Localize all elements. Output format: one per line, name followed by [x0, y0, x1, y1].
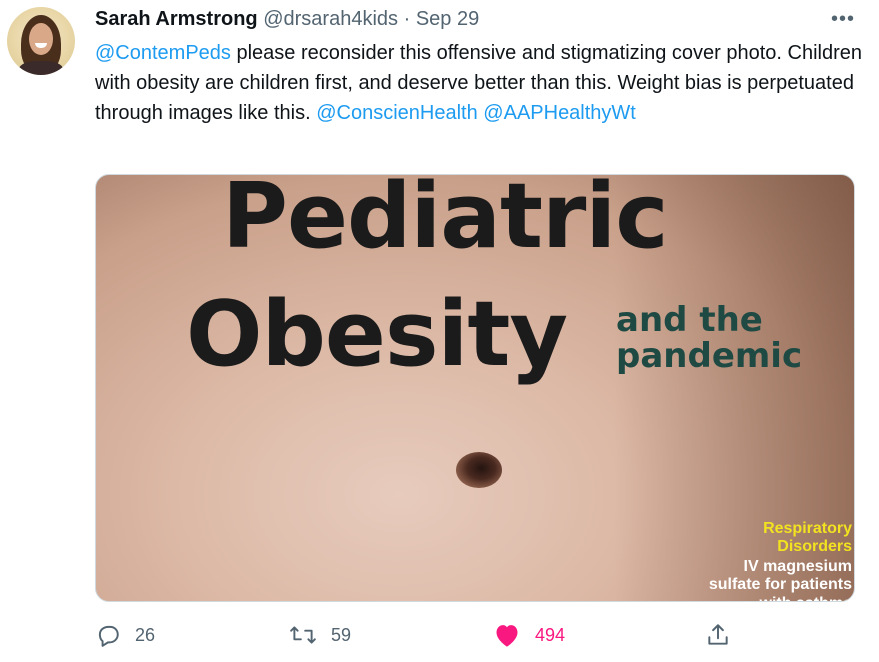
like-icon — [493, 622, 521, 648]
subhead-and-the: and the — [616, 300, 763, 340]
tweet-text: @ContemPeds please reconsider this offen… — [95, 38, 865, 128]
avatar-shirt — [19, 61, 63, 75]
more-icon[interactable]: ••• — [828, 4, 858, 34]
side-text-iv-magnesium: IV magnesium — [743, 558, 852, 575]
headline-pediatric: Pediatric — [222, 174, 669, 269]
mention-contempeds[interactable]: @ContemPeds — [95, 42, 231, 64]
author-name[interactable]: Sarah Armstrong — [95, 8, 258, 30]
navel-shape — [456, 452, 502, 488]
headline-obesity: Obesity — [186, 282, 568, 387]
reply-button[interactable]: 26 — [95, 618, 155, 652]
mention-aaphealthywt[interactable]: @AAPHealthyWt — [483, 102, 636, 124]
author-handle[interactable]: @drsarah4kids — [263, 8, 398, 30]
media-image[interactable]: Pediatric Obesity and the pandemic Respi… — [95, 174, 855, 602]
avatar-face — [29, 23, 53, 55]
like-count: 494 — [535, 624, 566, 645]
reply-count: 26 — [135, 624, 156, 645]
side-text-sulfate: sulfate for patients — [708, 576, 852, 593]
retweet-count: 59 — [331, 624, 352, 645]
retweet-icon — [289, 622, 317, 648]
share-button[interactable] — [705, 618, 731, 652]
subhead-pandemic: pandemic — [616, 336, 803, 376]
side-text-asthma: with asthma — [760, 594, 852, 601]
side-text-disorders: Disorders — [777, 538, 852, 555]
tweet-header: Sarah Armstrong @drsarah4kids · Sep 29 — [95, 6, 479, 32]
side-text-respiratory: Respiratory — [763, 520, 852, 537]
retweet-button[interactable]: 59 — [289, 618, 351, 652]
avatar[interactable] — [7, 7, 75, 75]
tweet: Sarah Armstrong @drsarah4kids · Sep 29 •… — [0, 0, 879, 662]
separator: · — [403, 8, 411, 30]
share-icon — [705, 622, 731, 648]
action-bar: 26 59 494 — [95, 618, 855, 652]
reply-icon — [95, 622, 121, 648]
like-button[interactable]: 494 — [493, 618, 565, 652]
tweet-date[interactable]: Sep 29 — [416, 8, 479, 30]
mention-conscienhealth[interactable]: @ConscienHealth — [316, 102, 478, 124]
